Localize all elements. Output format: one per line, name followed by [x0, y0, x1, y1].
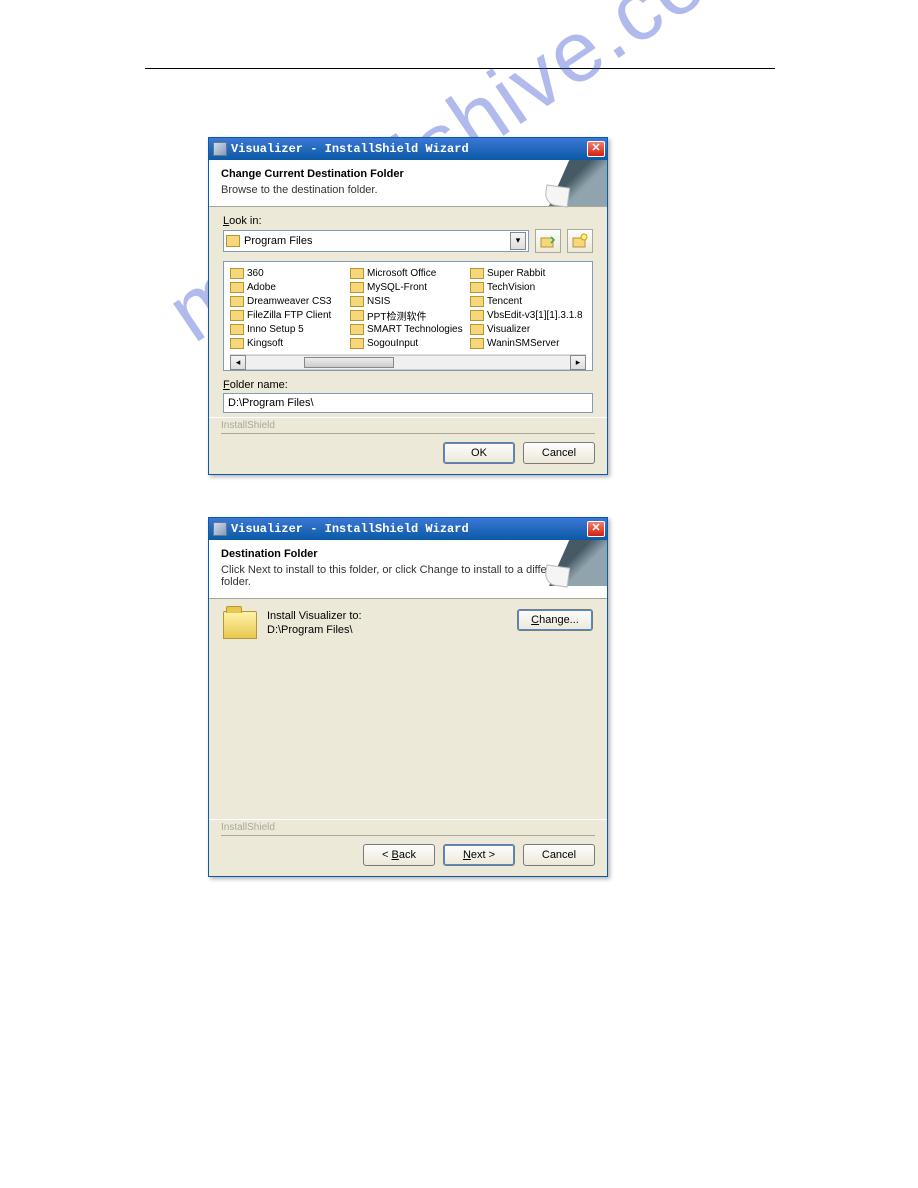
close-icon[interactable]: ✕: [587, 521, 605, 537]
dialog-header: Change Current Destination Folder Browse…: [209, 160, 607, 207]
list-item[interactable]: Super Rabbit: [470, 266, 586, 280]
titlebar[interactable]: Visualizer - InstallShield Wizard ✕: [209, 138, 607, 160]
list-item[interactable]: 360: [230, 266, 346, 280]
folder-icon: [350, 296, 364, 307]
list-item[interactable]: Tencent: [470, 294, 586, 308]
install-path-text: Install Visualizer to: D:\Program Files\: [267, 609, 507, 637]
scroll-thumb[interactable]: [304, 357, 394, 368]
next-button[interactable]: Next >: [443, 844, 515, 866]
folder-list[interactable]: 360 Adobe Dreamweaver CS3 FileZilla FTP …: [223, 261, 593, 371]
chevron-down-icon[interactable]: ▾: [510, 232, 526, 250]
new-folder-icon: [572, 233, 588, 249]
list-item[interactable]: MySQL-Front: [350, 280, 466, 294]
list-item[interactable]: PPT检测软件: [350, 308, 466, 322]
close-icon[interactable]: ✕: [587, 141, 605, 157]
scroll-track[interactable]: [246, 355, 570, 370]
cancel-button[interactable]: Cancel: [523, 844, 595, 866]
change-button[interactable]: Change...: [517, 609, 593, 631]
folder-up-icon: [540, 233, 556, 249]
folder-column: 360 Adobe Dreamweaver CS3 FileZilla FTP …: [230, 266, 346, 354]
list-item[interactable]: VbsEdit-v3[1][1].3.1.8: [470, 308, 586, 322]
window-title: Visualizer - InstallShield Wizard: [231, 522, 587, 536]
dialog-header: Destination Folder Click Next to install…: [209, 540, 607, 599]
folder-icon: [350, 268, 364, 279]
folder-icon: [223, 611, 257, 639]
list-item[interactable]: WaninSMServer: [470, 336, 586, 350]
list-item[interactable]: SMART Technologies: [350, 322, 466, 336]
header-curl: [544, 184, 571, 207]
destination-folder-dialog: Visualizer - InstallShield Wizard ✕ Dest…: [208, 517, 608, 877]
new-folder-button[interactable]: [567, 229, 593, 253]
titlebar[interactable]: Visualizer - InstallShield Wizard ✕: [209, 518, 607, 540]
folder-icon: [470, 324, 484, 335]
list-item[interactable]: FileZilla FTP Client: [230, 308, 346, 322]
button-row: < Back Next > Cancel: [209, 836, 607, 876]
list-item[interactable]: Microsoft Office: [350, 266, 466, 280]
folder-icon: [470, 268, 484, 279]
folder-column: Super Rabbit TechVision Tencent VbsEdit-…: [470, 266, 586, 354]
page-divider: [145, 68, 775, 69]
change-destination-dialog: Visualizer - InstallShield Wizard ✕ Chan…: [208, 137, 608, 475]
lookin-combobox[interactable]: Program Files ▾: [223, 230, 529, 252]
folder-icon: [470, 282, 484, 293]
folder-icon: [350, 324, 364, 335]
app-icon: [213, 142, 227, 156]
list-item[interactable]: TechVision: [470, 280, 586, 294]
brand-label: InstallShield: [209, 417, 607, 434]
window-title: Visualizer - InstallShield Wizard: [231, 142, 587, 156]
horizontal-scrollbar[interactable]: ◂ ▸: [230, 354, 586, 370]
lookin-label: Look in:: [223, 215, 593, 227]
list-item[interactable]: Visualizer: [470, 322, 586, 336]
folder-icon: [230, 338, 244, 349]
folder-icon: [230, 324, 244, 335]
list-item[interactable]: Dreamweaver CS3: [230, 294, 346, 308]
folder-icon: [350, 338, 364, 349]
list-item[interactable]: Inno Setup 5: [230, 322, 346, 336]
folder-name-label: Folder name:: [223, 379, 593, 391]
folder-icon: [350, 282, 364, 293]
list-item[interactable]: Adobe: [230, 280, 346, 294]
list-item[interactable]: NSIS: [350, 294, 466, 308]
folder-icon: [350, 310, 364, 321]
folder-icon: [470, 310, 484, 321]
folder-name-input[interactable]: [223, 393, 593, 413]
lookin-value: Program Files: [244, 235, 510, 247]
header-subtitle: Click Next to install to this folder, or…: [221, 564, 595, 588]
up-one-level-button[interactable]: [535, 229, 561, 253]
list-item[interactable]: Kingsoft: [230, 336, 346, 350]
header-title: Change Current Destination Folder: [221, 168, 595, 180]
folder-icon: [230, 310, 244, 321]
app-icon: [213, 522, 227, 536]
button-row: OK Cancel: [209, 434, 607, 474]
header-subtitle: Browse to the destination folder.: [221, 184, 595, 196]
folder-icon: [226, 235, 240, 247]
folder-icon: [230, 296, 244, 307]
back-button[interactable]: < Back: [363, 844, 435, 866]
list-item[interactable]: SogouInput: [350, 336, 466, 350]
folder-icon: [470, 338, 484, 349]
scroll-left-icon[interactable]: ◂: [230, 355, 246, 370]
brand-label: InstallShield: [209, 819, 607, 836]
folder-icon: [230, 268, 244, 279]
folder-icon: [230, 282, 244, 293]
cancel-button[interactable]: Cancel: [523, 442, 595, 464]
scroll-right-icon[interactable]: ▸: [570, 355, 586, 370]
folder-icon: [470, 296, 484, 307]
folder-column: Microsoft Office MySQL-Front NSIS PPT检测软…: [350, 266, 466, 354]
ok-button[interactable]: OK: [443, 442, 515, 464]
header-title: Destination Folder: [221, 548, 595, 560]
